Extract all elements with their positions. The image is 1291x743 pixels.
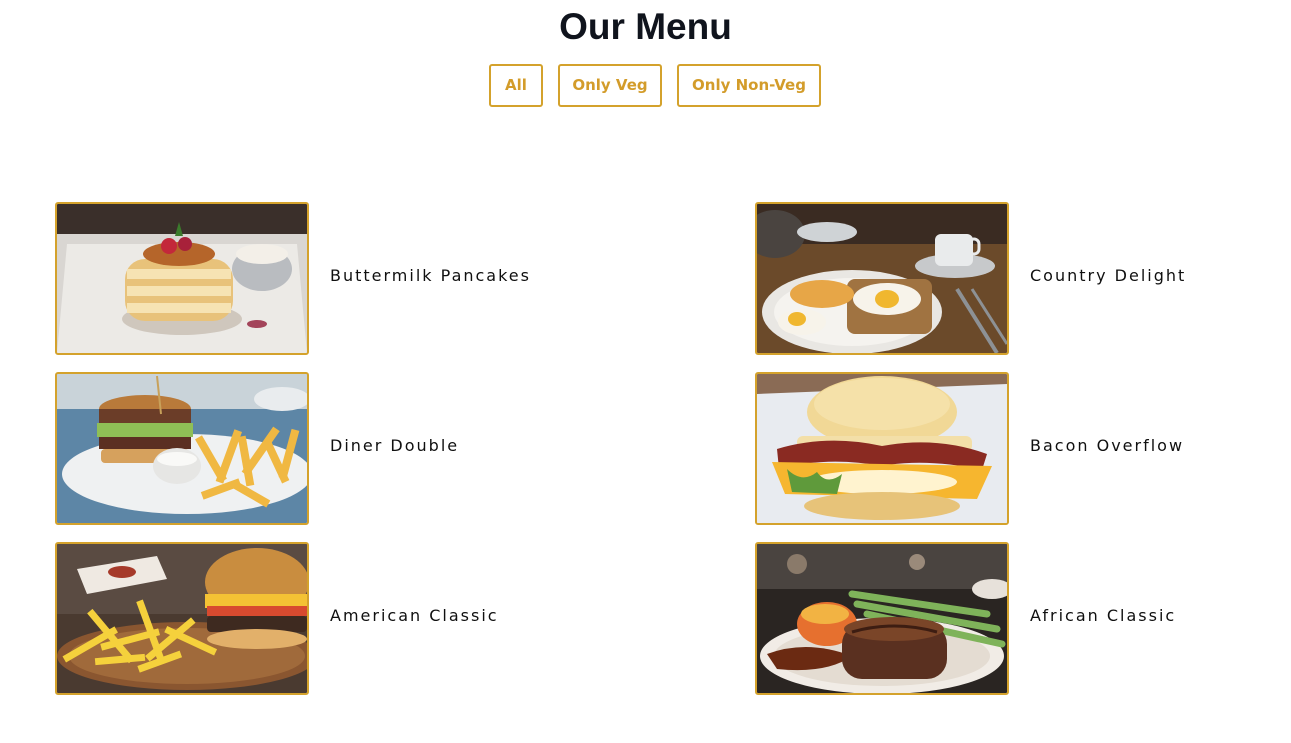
menu-item: Bacon Overflow bbox=[755, 372, 1291, 525]
filter-non-veg-button[interactable]: Only Non-Veg bbox=[677, 64, 821, 107]
menu-item-image bbox=[755, 542, 1009, 695]
menu-item: Buttermilk Pancakes bbox=[55, 202, 655, 355]
menu-item-image bbox=[55, 542, 309, 695]
menu-item: African Classic bbox=[755, 542, 1291, 695]
menu-item-name: Diner Double bbox=[330, 436, 460, 455]
menu-item-image bbox=[55, 202, 309, 355]
filter-bar: All Only Veg Only Non-Veg bbox=[0, 64, 1291, 107]
page-title: Our Menu bbox=[559, 6, 732, 47]
menu-item-name: Buttermilk Pancakes bbox=[330, 266, 531, 285]
menu-item-name: African Classic bbox=[1030, 606, 1177, 625]
menu-item-name: Bacon Overflow bbox=[1030, 436, 1185, 455]
menu-item-name: Country Delight bbox=[1030, 266, 1187, 285]
menu-item-name: American Classic bbox=[330, 606, 499, 625]
menu-item: Country Delight bbox=[755, 202, 1291, 355]
menu-item-image bbox=[755, 372, 1009, 525]
menu-item-image bbox=[755, 202, 1009, 355]
filter-veg-button[interactable]: Only Veg bbox=[558, 64, 662, 107]
menu-item-image bbox=[55, 372, 309, 525]
filter-all-button[interactable]: All bbox=[489, 64, 543, 107]
menu-item: American Classic bbox=[55, 542, 655, 695]
menu-item: Diner Double bbox=[55, 372, 655, 525]
